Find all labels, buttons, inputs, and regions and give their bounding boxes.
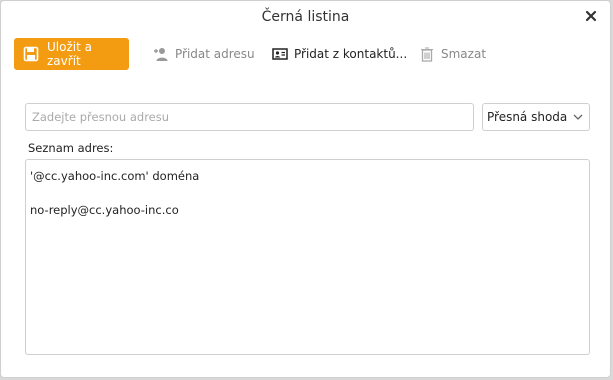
- address-list[interactable]: '@cc.yahoo-inc.com' doména no-reply@cc.y…: [25, 159, 590, 355]
- blacklist-dialog: Černá listina Uložit a zavřít Přidat adr…: [0, 0, 611, 378]
- save-and-close-label: Uložit a zavřít: [47, 40, 92, 68]
- add-from-contacts-label: Přidat z kontaktů...: [294, 47, 408, 61]
- address-search-row: Přesná shoda: [25, 103, 590, 131]
- delete-button[interactable]: Smazat: [419, 38, 486, 70]
- contact-card-icon: [272, 46, 288, 62]
- dialog-title: Černá listina: [261, 9, 350, 25]
- add-from-contacts-button[interactable]: Přidat z kontaktů...: [272, 38, 407, 70]
- address-input[interactable]: [25, 103, 474, 131]
- toolbar: Uložit a zavřít Přidat adresu Přidat z k…: [14, 38, 610, 70]
- add-user-icon: [153, 46, 169, 62]
- floppy-disk-icon: [23, 46, 39, 62]
- match-type-value: Přesná shoda: [487, 110, 568, 124]
- add-address-label: Přidat adresu: [175, 47, 255, 61]
- chevron-down-icon: [573, 114, 583, 120]
- trash-icon: [419, 46, 435, 62]
- match-type-select[interactable]: Přesná shoda: [482, 103, 590, 131]
- delete-label: Smazat: [441, 47, 487, 61]
- add-address-button[interactable]: Přidat adresu: [153, 38, 255, 70]
- list-item[interactable]: '@cc.yahoo-inc.com' doména: [30, 169, 199, 183]
- address-list-label: Seznam adres:: [28, 141, 114, 155]
- list-item[interactable]: no-reply@cc.yahoo-inc.co: [30, 203, 179, 217]
- save-and-close-button[interactable]: Uložit a zavřít: [14, 38, 129, 70]
- close-button[interactable]: [584, 8, 598, 22]
- close-icon: [585, 10, 597, 22]
